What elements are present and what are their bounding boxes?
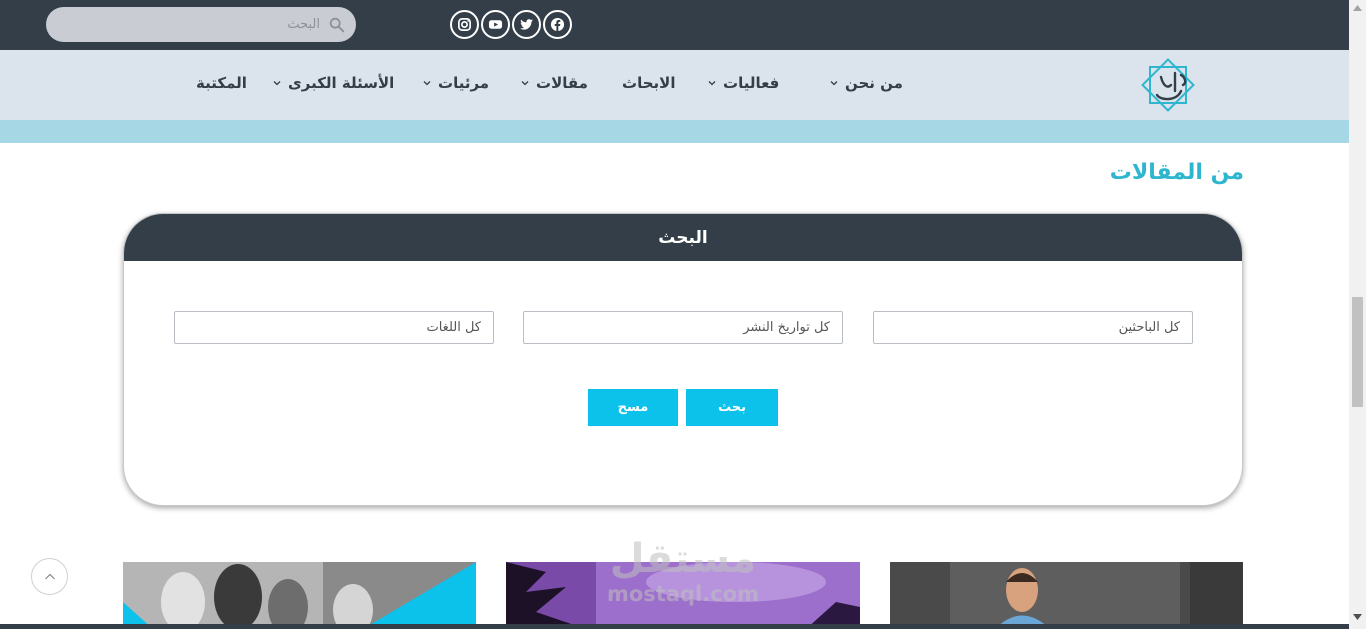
nav-item-articles[interactable]: مقالات: [520, 71, 588, 95]
nav-item-label: مرئيات: [438, 74, 490, 92]
footer-strip: [0, 624, 1349, 629]
header-search[interactable]: [46, 7, 356, 42]
scroll-down-arrow-icon[interactable]: [1353, 614, 1362, 620]
chevron-down-icon: [521, 81, 529, 86]
watermark-arabic: مستقل: [609, 536, 757, 582]
watermark-latin: mostaql.com: [607, 582, 759, 606]
search-button[interactable]: بحث: [686, 389, 778, 426]
nav-item-label: من نحن: [845, 74, 903, 92]
nav-item-label: الابحاث: [622, 74, 676, 92]
chevron-up-icon: [44, 573, 55, 579]
publish-date-select[interactable]: كل تواريخ النشر: [523, 311, 843, 344]
page-title: من المقالات: [1109, 160, 1244, 185]
nav-item-label: فعاليات: [723, 74, 780, 92]
nav-item-big-questions[interactable]: الأسئلة الكبرى: [272, 71, 394, 95]
search-panel-title: البحث: [658, 227, 708, 248]
chevron-down-icon: [830, 81, 838, 86]
back-to-top-button[interactable]: [31, 558, 68, 595]
instagram-icon[interactable]: [450, 10, 479, 39]
nav-item-library[interactable]: المكتبة: [196, 71, 247, 95]
search-panel: البحث كل الباحثين كل تواريخ النشر كل الل…: [123, 213, 1243, 506]
header-search-input[interactable]: [70, 7, 320, 42]
watermark: مستقل mostaql.com: [598, 535, 768, 617]
scroll-up-arrow-icon[interactable]: [1353, 5, 1362, 11]
nav-item-events[interactable]: فعاليات: [707, 71, 779, 95]
search-panel-header: البحث: [124, 214, 1242, 261]
nav-item-label: مقالات: [536, 74, 588, 92]
search-icon[interactable]: [328, 16, 346, 34]
youtube-icon[interactable]: [481, 10, 510, 39]
clear-button[interactable]: مسح: [588, 389, 678, 426]
facebook-icon[interactable]: [543, 10, 572, 39]
article-thumbnail-1[interactable]: [123, 562, 476, 629]
twitter-icon[interactable]: [512, 10, 541, 39]
nav-item-videos[interactable]: مرئيات: [422, 71, 489, 95]
nav-item-about[interactable]: من نحن: [829, 71, 903, 95]
chevron-down-icon: [423, 81, 431, 86]
page-scrollbar[interactable]: [1349, 0, 1366, 629]
site-logo[interactable]: [1137, 55, 1199, 115]
scrollbar-thumb[interactable]: [1352, 297, 1363, 407]
language-select[interactable]: كل اللغات: [174, 311, 494, 344]
nav-item-research[interactable]: الابحاث: [622, 71, 675, 95]
nav-item-label: المكتبة: [196, 74, 247, 92]
chevron-down-icon: [708, 81, 716, 86]
researchers-select[interactable]: كل الباحثين: [873, 311, 1193, 344]
header-accent-band: [0, 120, 1349, 143]
chevron-down-icon: [273, 81, 281, 86]
nav-item-label: الأسئلة الكبرى: [288, 74, 395, 92]
article-thumbnail-3[interactable]: [890, 562, 1243, 629]
